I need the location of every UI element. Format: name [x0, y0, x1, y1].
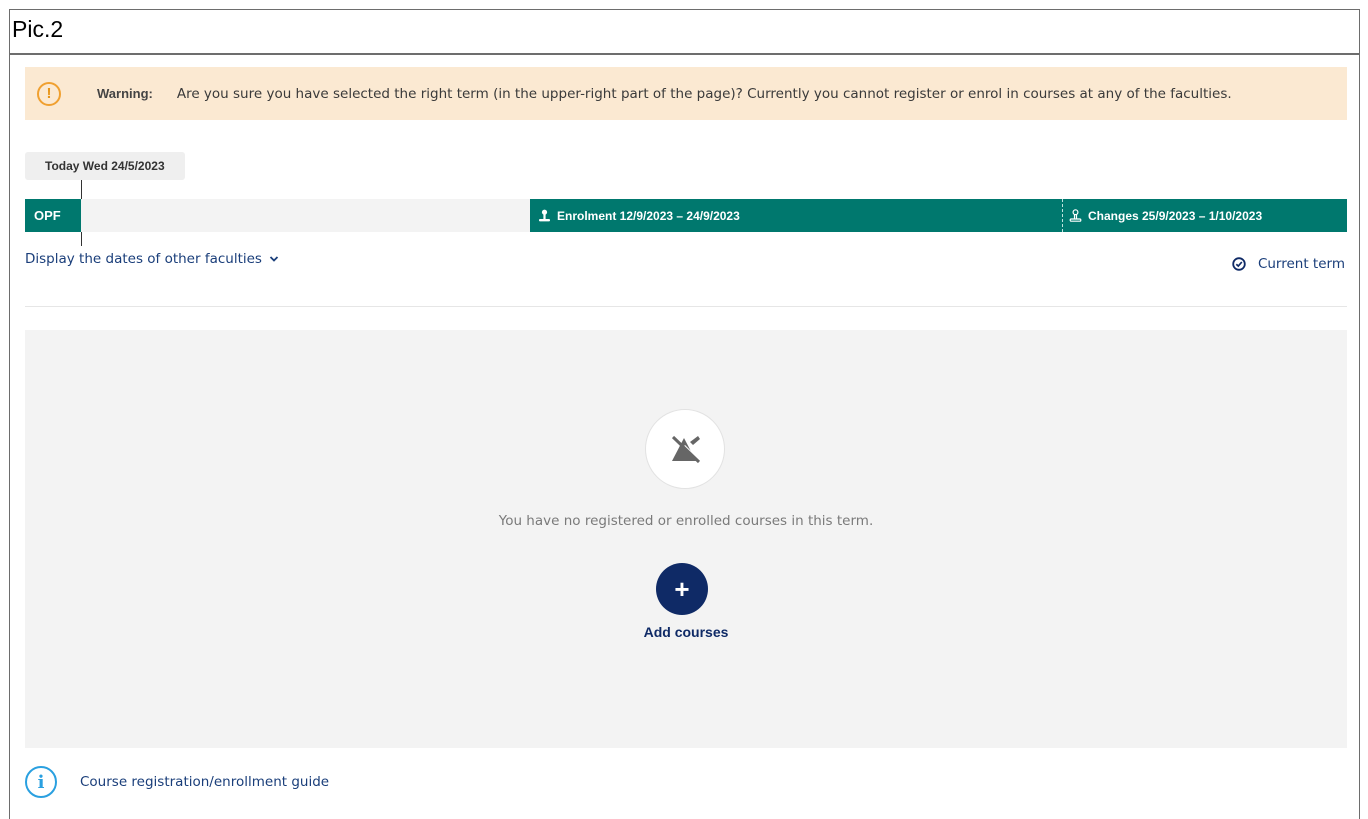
course-guide-label: Course registration/enrollment guide — [80, 774, 330, 790]
figure-caption: Pic.2 — [10, 10, 1359, 55]
empty-courses-panel: You have no registered or enrolled cours… — [25, 330, 1347, 748]
warning-label: Warning: — [97, 86, 153, 101]
faculty-timeline: OPF Enrolment 12/9/2023 – 24/9/2023 Chan… — [25, 199, 1347, 232]
no-courses-icon — [645, 409, 725, 489]
changes-period[interactable]: Changes 25/9/2023 – 1/10/2023 — [1062, 199, 1347, 232]
warning-banner: ! Warning: Are you sure you have selecte… — [25, 67, 1347, 120]
add-courses-button[interactable]: + — [656, 563, 708, 615]
changes-label: Changes 25/9/2023 – 1/10/2023 — [1088, 208, 1263, 223]
person-outline-icon — [1069, 209, 1082, 222]
today-badge: Today Wed 24/5/2023 — [25, 152, 185, 180]
clock-check-icon — [1232, 257, 1246, 271]
figure-frame: Pic.2 ! Warning: Are you sure you have s… — [9, 9, 1360, 819]
exclamation-icon: ! — [37, 81, 61, 106]
course-guide-link[interactable]: i Course registration/enrollment guide — [25, 766, 329, 798]
person-icon — [538, 209, 551, 222]
current-term-label: Current term — [1257, 256, 1345, 272]
info-icon: i — [25, 766, 57, 798]
section-divider — [25, 306, 1347, 307]
display-other-faculties-label: Display the dates of other faculties — [25, 251, 262, 267]
current-term-link[interactable]: Current term — [1232, 256, 1345, 272]
enrolment-label: Enrolment 12/9/2023 – 24/9/2023 — [557, 208, 740, 223]
display-other-faculties-link[interactable]: Display the dates of other faculties — [25, 251, 279, 267]
empty-state-message: You have no registered or enrolled cours… — [498, 513, 874, 529]
chevron-down-icon — [266, 253, 280, 266]
warning-text: Are you sure you have selected the right… — [176, 85, 1232, 102]
faculty-label: OPF — [25, 199, 81, 232]
enrolment-period[interactable]: Enrolment 12/9/2023 – 24/9/2023 — [530, 199, 1062, 232]
add-courses-label[interactable]: Add courses — [25, 624, 1347, 640]
